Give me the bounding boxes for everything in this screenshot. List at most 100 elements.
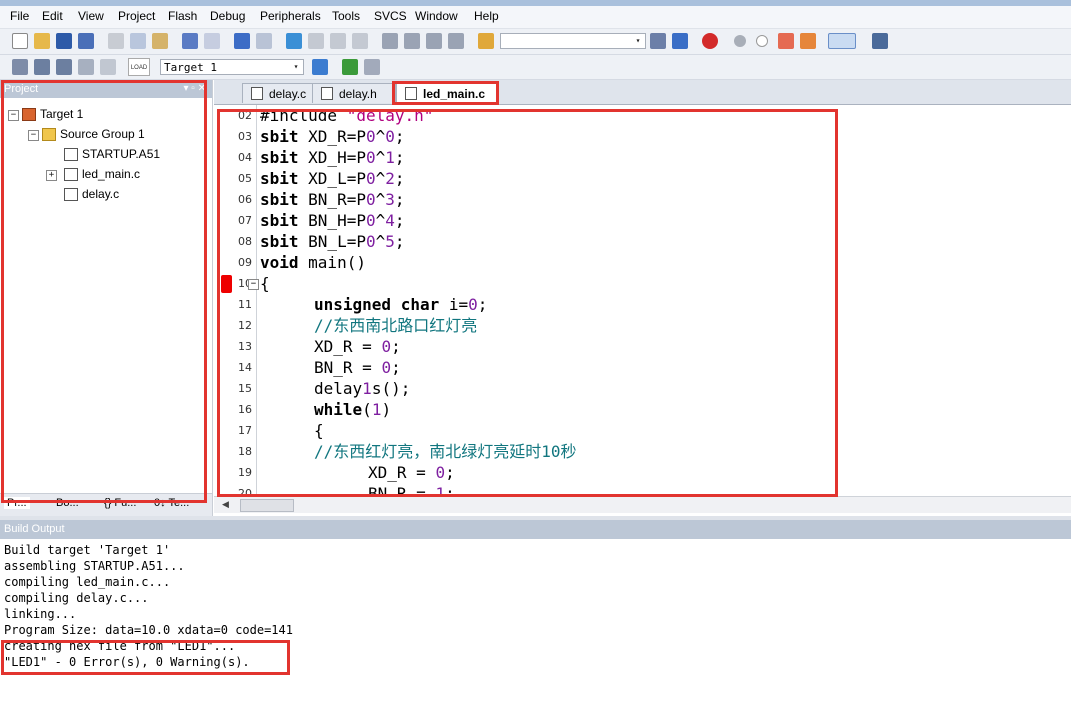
menu-edit[interactable]: Edit <box>42 9 63 23</box>
code-editor[interactable]: 02 03 04 05 06 07 08 09 10−11 12 13 14 15 16 17 18 19 20 … <box>214 105 1071 496</box>
code-keyword: sbit <box>260 148 299 167</box>
scroll-thumb[interactable] <box>240 499 294 512</box>
tree-item-label: STARTUP.A51 <box>82 147 161 161</box>
line-number: 02 <box>238 109 252 122</box>
target-options-icon[interactable] <box>312 59 328 75</box>
copy-icon[interactable] <box>130 33 146 49</box>
tab-books[interactable]: Bo... <box>56 497 79 509</box>
code-line: { <box>260 274 270 293</box>
paste-icon[interactable] <box>152 33 168 49</box>
nav-back-icon[interactable] <box>234 33 250 49</box>
menu-file[interactable]: File <box>10 9 29 23</box>
nav-forward-icon[interactable] <box>256 33 272 49</box>
find-icon[interactable] <box>650 33 666 49</box>
menu-project[interactable]: Project <box>118 9 155 23</box>
comment-icon[interactable] <box>426 33 442 49</box>
build-icon[interactable] <box>34 59 50 75</box>
project-panel-title-text: Project <box>4 83 39 95</box>
build-toolbar: LOAD Target 1 ▾ <box>0 55 1071 80</box>
code-line: sbit XD_R=P0^0; <box>260 127 405 146</box>
translate-icon[interactable] <box>12 59 28 75</box>
clear-breakpoints-icon[interactable] <box>800 33 816 49</box>
configure-icon[interactable] <box>872 33 888 49</box>
code-line: { <box>314 421 324 440</box>
menu-view[interactable]: View <box>78 9 104 23</box>
project-panel: Project ▾ ▫ ✕ − Target 1 − Source Group … <box>0 80 213 516</box>
menu-svcs[interactable]: SVCS <box>374 9 407 23</box>
code-number: 0 <box>435 463 446 482</box>
rebuild-icon[interactable] <box>56 59 72 75</box>
target-select[interactable]: Target 1 ▾ <box>160 59 304 75</box>
line-number: 04 <box>238 151 252 164</box>
expand-file-icon[interactable]: + <box>46 170 57 181</box>
tree-item-led-main[interactable]: led_main.c <box>64 165 140 183</box>
fold-toggle-icon[interactable]: − <box>248 279 259 290</box>
code-line: void main() <box>260 253 366 272</box>
window-layout-icon[interactable] <box>828 33 856 49</box>
tree-item-delay[interactable]: delay.c <box>64 185 119 203</box>
undo-icon[interactable] <box>182 33 198 49</box>
redo-icon[interactable] <box>204 33 220 49</box>
tab-led-main-c[interactable]: led_main.c <box>396 83 498 103</box>
breakpoint-icon[interactable] <box>734 35 746 47</box>
line-number-gutter[interactable]: 02 03 04 05 06 07 08 09 10− 11 12 13 14 15 16 17 18 19 20 <box>214 105 259 496</box>
build-line: linking... <box>4 607 77 621</box>
panel-buttons-icon[interactable]: ▾ ▫ ✕ <box>184 80 207 98</box>
tab-functions[interactable]: {} Fu... <box>104 497 136 509</box>
save-all-icon[interactable] <box>78 33 94 49</box>
stop-build-icon[interactable] <box>100 59 116 75</box>
tree-item-startup[interactable]: STARTUP.A51 <box>64 145 160 163</box>
cut-icon[interactable] <box>108 33 124 49</box>
batch-build-icon[interactable] <box>78 59 94 75</box>
build-line: compiling delay.c... <box>4 591 149 605</box>
main-toolbar: ▾ <box>0 29 1071 55</box>
menu-flash[interactable]: Flash <box>168 9 197 23</box>
clear-bookmarks-icon[interactable] <box>352 33 368 49</box>
debug-session-icon[interactable] <box>702 33 718 49</box>
save-icon[interactable] <box>56 33 72 49</box>
download-icon[interactable]: LOAD <box>128 58 150 76</box>
menu-window[interactable]: Window <box>415 9 458 23</box>
prev-bookmark-icon[interactable] <box>308 33 324 49</box>
tab-delay-h[interactable]: delay.h <box>312 83 396 103</box>
horizontal-scrollbar[interactable]: ◀ <box>214 496 1071 513</box>
code-number: 0 <box>365 211 376 230</box>
collapse-group-icon[interactable]: − <box>28 130 39 141</box>
code-number: 0 <box>365 127 376 146</box>
new-file-icon[interactable] <box>12 33 28 49</box>
select-packs-icon[interactable] <box>364 59 380 75</box>
tab-project[interactable]: Pr... <box>4 497 30 509</box>
menu-tools[interactable]: Tools <box>332 9 360 23</box>
indent-icon[interactable] <box>382 33 398 49</box>
kill-breakpoints-icon[interactable] <box>778 33 794 49</box>
collapse-target-icon[interactable]: − <box>8 110 19 121</box>
code-line: sbit XD_H=P0^1; <box>260 148 405 167</box>
code-number: 1 <box>362 379 372 398</box>
line-number: 11 <box>238 298 252 311</box>
menu-bar: File Edit View Project Flash Debug Perip… <box>0 6 1071 29</box>
build-output-panel[interactable]: Build target 'Target 1' assembling START… <box>0 539 1071 707</box>
bookmark-icon[interactable] <box>286 33 302 49</box>
search-combo[interactable]: ▾ <box>500 33 646 49</box>
scroll-left-icon[interactable]: ◀ <box>222 499 229 510</box>
find-in-files-icon[interactable] <box>478 33 494 49</box>
next-bookmark-icon[interactable] <box>330 33 346 49</box>
code-keyword: sbit <box>260 127 299 146</box>
tab-templates[interactable]: 0↓ Te... <box>154 497 189 509</box>
unindent-icon[interactable] <box>404 33 420 49</box>
menu-debug[interactable]: Debug <box>210 9 245 23</box>
manage-components-icon[interactable] <box>342 59 358 75</box>
line-number: 07 <box>238 214 252 227</box>
open-folder-icon[interactable] <box>34 33 50 49</box>
tree-item-source-group[interactable]: Source Group 1 <box>42 125 145 143</box>
menu-peripherals[interactable]: Peripherals <box>260 9 321 23</box>
tree-item-target[interactable]: Target 1 <box>22 105 83 123</box>
uncomment-icon[interactable] <box>448 33 464 49</box>
tree-item-label: Source Group 1 <box>60 127 145 141</box>
menu-help[interactable]: Help <box>474 9 499 23</box>
breakpoint-marker-icon[interactable] <box>221 275 232 293</box>
tree-item-label: delay.c <box>82 187 120 201</box>
breakpoint-disable-icon[interactable] <box>756 35 768 47</box>
incremental-find-icon[interactable] <box>672 33 688 49</box>
build-output-title-text: Build Output <box>4 523 65 535</box>
